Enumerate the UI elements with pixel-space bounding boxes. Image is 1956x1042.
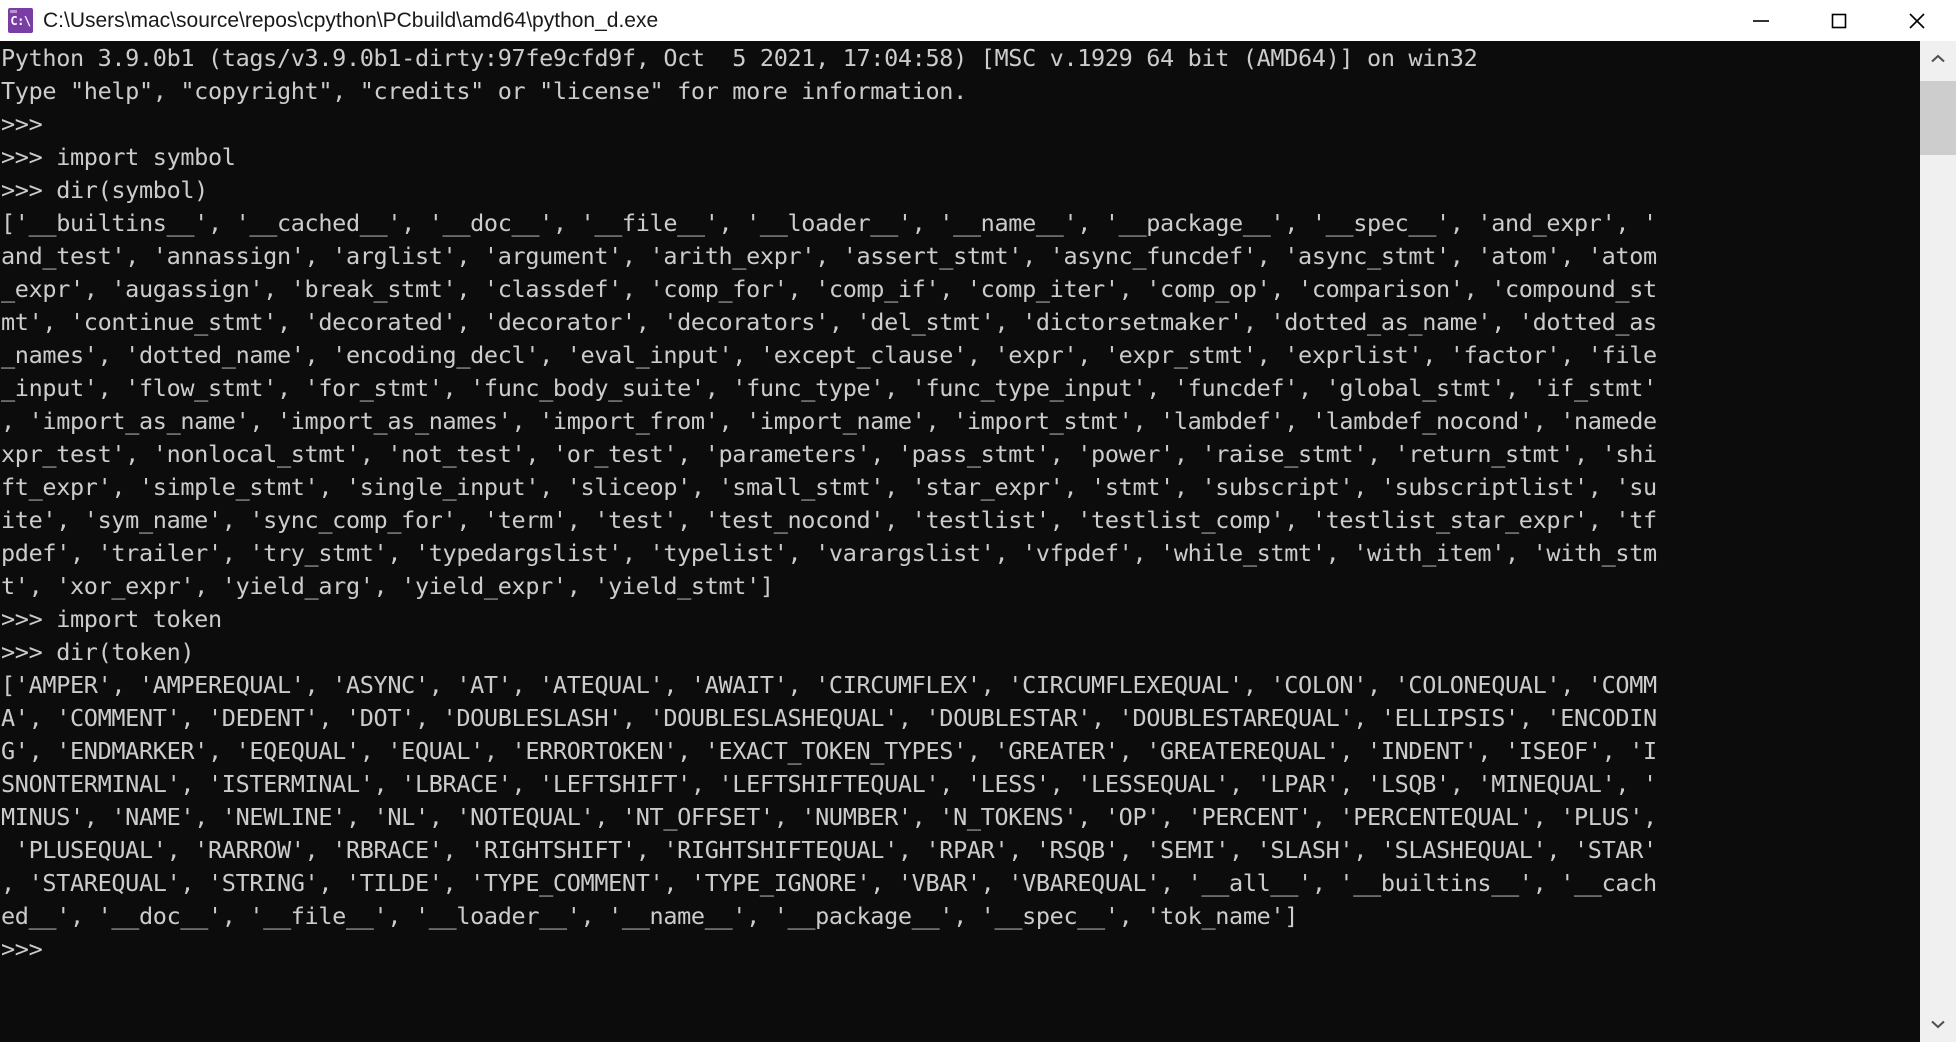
close-button[interactable] (1878, 0, 1956, 41)
terminal-line: _input', 'flow_stmt', 'for_stmt', 'func_… (1, 374, 1657, 402)
terminal-line: >>> dir(token) (1, 638, 195, 666)
terminal-line: and_test', 'annassign', 'arglist', 'argu… (1, 242, 1657, 270)
console-window: C:\ C:\Users\mac\source\repos\cpython\PC… (0, 0, 1956, 1042)
terminal-line: ite', 'sym_name', 'sync_comp_for', 'term… (1, 506, 1657, 534)
window-titlebar[interactable]: C:\ C:\Users\mac\source\repos\cpython\PC… (0, 0, 1956, 41)
terminal-line: ['__builtins__', '__cached__', '__doc__'… (1, 209, 1657, 237)
window-controls (1722, 0, 1956, 41)
chevron-down-icon (1931, 1020, 1945, 1029)
terminal-line: ed__', '__doc__', '__file__', '__loader_… (1, 902, 1299, 930)
scroll-up-arrow[interactable] (1920, 41, 1956, 77)
terminal-line: G', 'ENDMARKER', 'EQEQUAL', 'EQUAL', 'ER… (1, 737, 1657, 765)
terminal-line: _expr', 'augassign', 'break_stmt', 'clas… (1, 275, 1657, 303)
maximize-icon (1831, 13, 1847, 28)
terminal-line: ['AMPER', 'AMPEREQUAL', 'ASYNC', 'AT', '… (1, 671, 1657, 699)
console-app-icon: C:\ (8, 8, 33, 33)
terminal-line: SNONTERMINAL', 'ISTERMINAL', 'LBRACE', '… (1, 770, 1657, 798)
close-icon (1909, 12, 1925, 29)
terminal-lines: Python 3.9.0b1 (tags/v3.9.0b1-dirty:97fe… (0, 42, 1920, 966)
minimize-icon (1753, 19, 1769, 22)
terminal-line: Python 3.9.0b1 (tags/v3.9.0b1-dirty:97fe… (1, 44, 1478, 72)
terminal-line: 'PLUSEQUAL', 'RARROW', 'RBRACE', 'RIGHTS… (1, 836, 1657, 864)
terminal-line: mt', 'continue_stmt', 'decorated', 'deco… (1, 308, 1657, 336)
scroll-down-arrow[interactable] (1920, 1006, 1956, 1042)
minimize-button[interactable] (1722, 0, 1800, 41)
maximize-button[interactable] (1800, 0, 1878, 41)
terminal-output-area[interactable]: Python 3.9.0b1 (tags/v3.9.0b1-dirty:97fe… (0, 41, 1920, 1042)
window-title: C:\Users\mac\source\repos\cpython\PCbuil… (43, 8, 659, 32)
scrollbar-thumb[interactable] (1920, 81, 1956, 155)
chevron-up-icon (1931, 54, 1945, 63)
terminal-line: A', 'COMMENT', 'DEDENT', 'DOT', 'DOUBLES… (1, 704, 1657, 732)
vertical-scrollbar[interactable] (1920, 41, 1956, 1042)
terminal-line: >>> (1, 110, 43, 138)
console-app-icon-label: C:\ (10, 13, 31, 28)
terminal-line: >>> import symbol (1, 143, 236, 171)
terminal-line: >>> (1, 935, 43, 963)
terminal-line: _names', 'dotted_name', 'encoding_decl',… (1, 341, 1657, 369)
terminal-line: ft_expr', 'simple_stmt', 'single_input',… (1, 473, 1657, 501)
scrollbar-track[interactable] (1920, 77, 1956, 1006)
icon-highlight (10, 10, 17, 13)
terminal-line: t', 'xor_expr', 'yield_arg', 'yield_expr… (1, 572, 774, 600)
terminal-line: , 'import_as_name', 'import_as_names', '… (1, 407, 1657, 435)
terminal-line: , 'STAREQUAL', 'STRING', 'TILDE', 'TYPE_… (1, 869, 1657, 897)
terminal-line: pdef', 'trailer', 'try_stmt', 'typedargs… (1, 539, 1657, 567)
terminal-line: MINUS', 'NAME', 'NEWLINE', 'NL', 'NOTEQU… (1, 803, 1657, 831)
terminal-line: >>> dir(symbol) (1, 176, 208, 204)
terminal-line: Type "help", "copyright", "credits" or "… (1, 77, 967, 105)
terminal-line: xpr_test', 'nonlocal_stmt', 'not_test', … (1, 440, 1657, 468)
terminal-line: >>> import token (1, 605, 222, 633)
